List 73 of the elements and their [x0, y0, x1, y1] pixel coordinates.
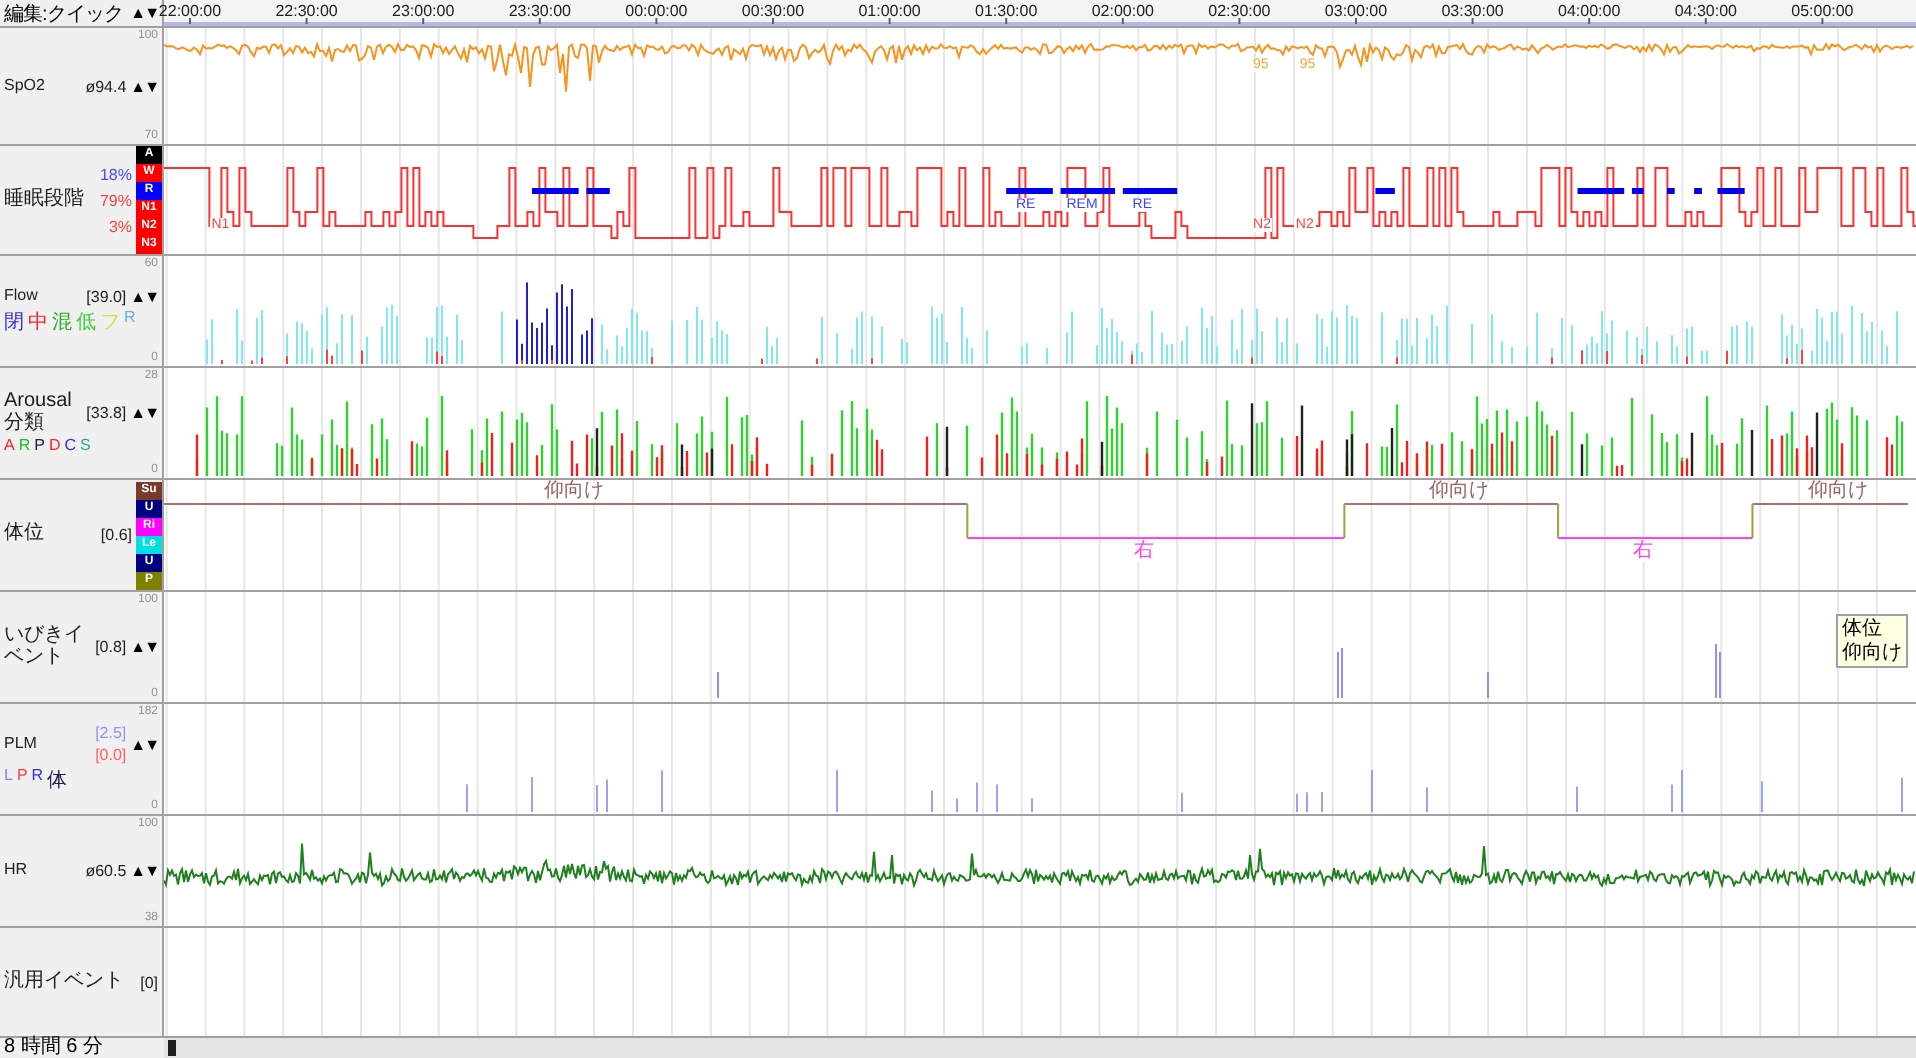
channel-value: ø60.5 [85, 862, 127, 880]
duration-label: 8 時間 6 分 [2, 1038, 105, 1058]
time-tick-label: 01:00:00 [858, 2, 921, 20]
tooltip: 体位 仰向け [1836, 614, 1908, 668]
legend-letter: R [124, 307, 136, 329]
channel-value: [0.0] [95, 746, 127, 764]
channel-value: [0] [140, 973, 158, 991]
legend-letter: C [64, 436, 77, 454]
time-tick-label: 00:00:00 [625, 2, 688, 20]
sort-arrows[interactable]: ▲▼ [130, 4, 158, 22]
time-tick-label: 05:00:00 [1791, 2, 1854, 20]
legend-letter: S [80, 436, 91, 454]
legend-letter: D [48, 436, 61, 454]
legend-letter: P [34, 436, 45, 454]
legend-letter: 混 [52, 309, 72, 335]
time-tick-label: 03:30:00 [1441, 2, 1504, 20]
sort-arrows[interactable]: ▲▼ [130, 77, 158, 95]
channel-value: [0.6] [100, 526, 132, 544]
position-label: 仰向け [541, 482, 606, 502]
channel-name: PLM [4, 735, 39, 753]
channel-value: [39.0] [86, 287, 127, 305]
legend-letter: R [18, 436, 31, 454]
channel-name: 汎用イベント [4, 971, 126, 993]
legend-letter: A [4, 436, 15, 454]
time-tick-label: 02:00:00 [1091, 2, 1154, 20]
channel-name: 体位 [4, 524, 46, 546]
time-tick-label: 04:30:00 [1674, 2, 1737, 20]
legend-letter: 閉 [4, 309, 24, 335]
time-tick-label: 03:00:00 [1324, 2, 1388, 20]
time-tick-label: 02:30:00 [1208, 2, 1271, 20]
time-tick-label: 04:00:00 [1558, 2, 1621, 20]
legend-letter: 低 [76, 309, 96, 335]
sort-arrows[interactable]: ▲▼ [130, 638, 158, 656]
channel-value: [2.5] [95, 724, 127, 742]
legend-letter: フ [100, 309, 120, 335]
scroll-thumb[interactable] [168, 1040, 176, 1056]
stage-percent: 3% [108, 217, 132, 235]
sort-arrows[interactable]: ▲▼ [130, 287, 158, 305]
position-change-line [1343, 503, 1346, 539]
time-tick-label: 23:00:00 [392, 2, 455, 20]
time-tick-label: 01:30:00 [975, 2, 1038, 20]
channel-name: HR [4, 862, 30, 880]
time-tick-label: 00:30:00 [741, 2, 805, 20]
channel-value: ø94.4 [85, 77, 127, 95]
position-change-line [966, 503, 969, 539]
sort-arrows[interactable]: ▲▼ [130, 862, 158, 880]
position-change-line [1557, 503, 1560, 539]
channel-name: Flow [4, 287, 40, 305]
position-label: 右 [1131, 542, 1156, 562]
sort-arrows[interactable]: ▲▼ [130, 404, 158, 422]
channel-value: [33.8] [86, 404, 127, 422]
channel-value: [0.8] [95, 638, 127, 656]
sort-arrows[interactable]: ▲▼ [130, 735, 158, 753]
legend-letter: 中 [28, 309, 48, 335]
position-label: 仰向け [1806, 482, 1871, 502]
position-label: 仰向け [1427, 482, 1492, 502]
legend-letter: R [31, 766, 44, 788]
channel-name: Arousal分類 [4, 392, 74, 434]
legend-letter: P [16, 766, 28, 788]
stage-percent: 79% [99, 191, 132, 209]
legend-letter: 体 [47, 768, 68, 794]
time-tick-label: 22:30:00 [275, 2, 338, 20]
position-label: 右 [1631, 542, 1656, 562]
horizontal-scrollbar[interactable] [164, 1038, 1916, 1058]
channel-name: SpO2 [4, 77, 47, 95]
edit-mode-label[interactable]: 編集:クイック [4, 0, 123, 27]
channel-name: いびきイベント [4, 626, 86, 668]
time-tick-label: 22:00:00 [158, 2, 222, 20]
position-change-line [1751, 503, 1754, 539]
channel-name: 睡眠段階 [4, 189, 86, 211]
time-tick-label: 23:30:00 [508, 2, 571, 20]
legend-letter: L [4, 766, 13, 788]
stage-percent: 18% [99, 165, 132, 183]
